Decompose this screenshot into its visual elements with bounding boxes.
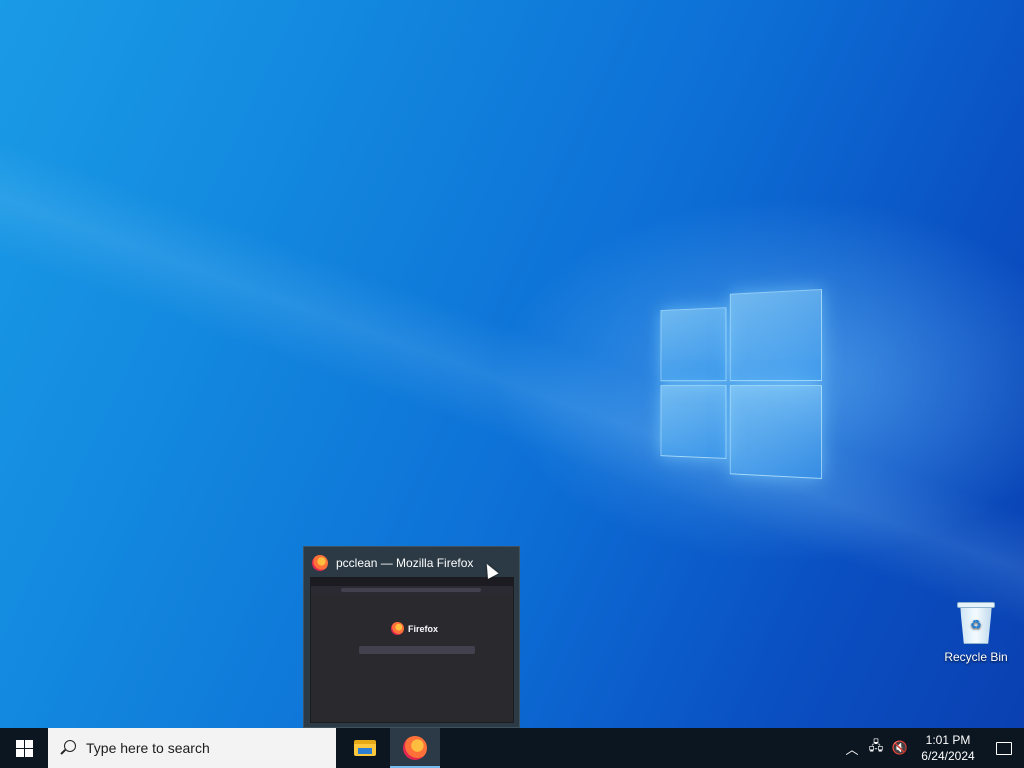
desktop-icon-label: Recycle Bin xyxy=(944,650,1008,664)
firefox-icon xyxy=(403,736,427,760)
clock-time: 1:01 PM xyxy=(925,733,971,747)
taskbar: Type here to search ︿ 🖧 🔇 1:01 PM 6/24/2… xyxy=(0,728,1024,768)
notification-center-button[interactable] xyxy=(984,728,1024,768)
taskbar-app-firefox[interactable] xyxy=(390,728,440,768)
preview-search-bar xyxy=(359,646,475,654)
network-icon[interactable]: 🖧 xyxy=(864,728,888,768)
recycle-bin-icon: ♻ xyxy=(957,600,995,644)
volume-muted-icon[interactable]: 🔇 xyxy=(888,728,912,768)
search-placeholder: Type here to search xyxy=(86,740,210,756)
desktop-icon-recycle-bin[interactable]: ♻ Recycle Bin xyxy=(940,600,1012,664)
thumbnail-title: pcclean — Mozilla Firefox xyxy=(312,553,473,573)
folder-icon xyxy=(354,740,376,756)
preview-brand-text: Firefox xyxy=(408,623,439,634)
preview-firefox-logo: Firefox xyxy=(391,622,438,635)
taskbar-app-file-explorer[interactable] xyxy=(340,728,390,768)
thumbnail-title-text: pcclean — Mozilla Firefox xyxy=(336,556,474,570)
firefox-icon xyxy=(312,555,328,571)
windows-icon xyxy=(15,739,33,757)
chevron-up-icon[interactable]: ︿ xyxy=(840,728,864,768)
notification-icon xyxy=(996,741,1012,755)
wallpaper-windows-logo xyxy=(660,289,822,479)
start-button[interactable] xyxy=(0,728,48,768)
search-icon xyxy=(60,740,76,756)
system-tray: ︿ 🖧 🔇 1:01 PM 6/24/2024 xyxy=(840,728,1024,768)
clock[interactable]: 1:01 PM 6/24/2024 xyxy=(918,732,978,764)
clock-date: 6/24/2024 xyxy=(921,749,975,763)
taskbar-search-box[interactable]: Type here to search xyxy=(48,728,336,768)
thumbnail-window-image: Firefox xyxy=(310,577,514,723)
